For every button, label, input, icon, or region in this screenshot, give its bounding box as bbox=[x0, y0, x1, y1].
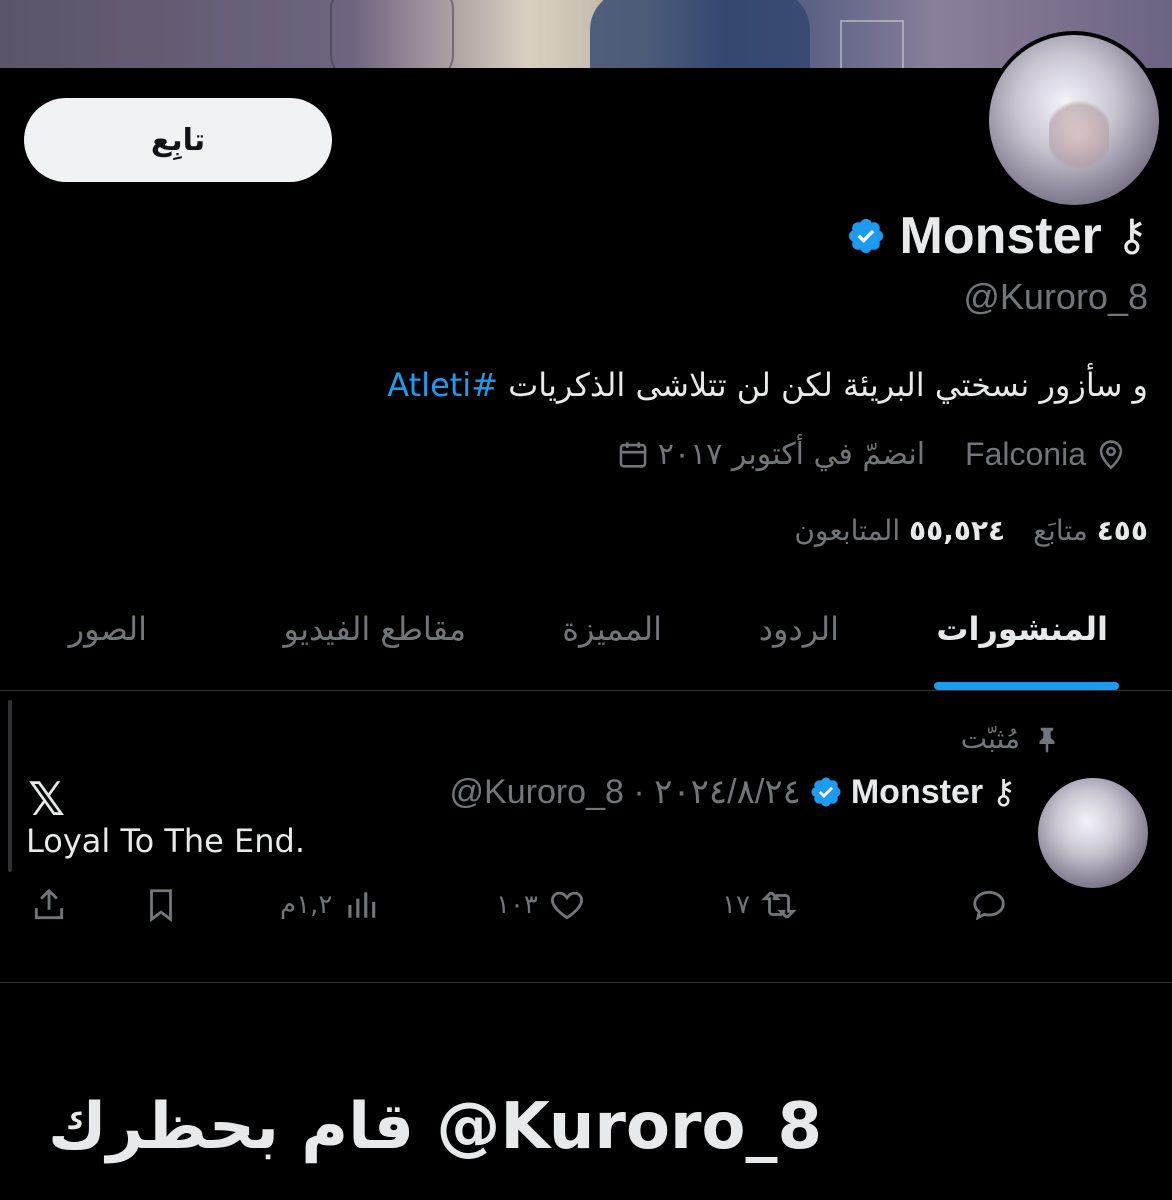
tab-replies[interactable]: الردود bbox=[759, 610, 839, 648]
profile-meta: Falconia انضمّ في أكتوبر ٢٠١٧ bbox=[616, 436, 1128, 473]
tab-posts[interactable]: المنشورات bbox=[936, 610, 1108, 648]
tweet-author-name[interactable]: Monster bbox=[851, 773, 983, 812]
views-count: ١,٢م bbox=[280, 890, 333, 920]
name-glyph: ⚷ bbox=[1115, 210, 1148, 261]
profile-bio: و سأزور نسختي البريئة لكن لن تتلاشى الذك… bbox=[387, 366, 1148, 404]
location-text: Falconia bbox=[965, 436, 1086, 472]
verified-badge-icon bbox=[848, 218, 883, 254]
like-button[interactable]: ١٠٣ bbox=[496, 886, 586, 924]
location-item: Falconia bbox=[965, 436, 1128, 473]
profile-handle: @Kuroro_8 bbox=[963, 276, 1148, 317]
tab-highlights[interactable]: المميزة bbox=[562, 610, 662, 648]
pinned-label: مُثبّت bbox=[960, 722, 1020, 755]
x-logo-icon: 𝕏 bbox=[28, 772, 66, 826]
thread-line bbox=[8, 700, 12, 872]
joined-text: انضمّ في أكتوبر ٢٠١٧ bbox=[657, 437, 926, 472]
reply-button[interactable] bbox=[970, 886, 1008, 924]
tab-videos[interactable]: مقاطع الفيديو bbox=[284, 610, 466, 648]
bookmark-button[interactable] bbox=[142, 886, 180, 924]
name-glyph: ⚷ bbox=[991, 772, 1016, 812]
divider bbox=[0, 982, 1172, 983]
pin-icon bbox=[1039, 727, 1055, 753]
joined-item: انضمّ في أكتوبر ٢٠١٧ bbox=[616, 437, 925, 472]
share-button[interactable] bbox=[30, 886, 68, 924]
bookmark-icon bbox=[150, 889, 172, 923]
views-button[interactable]: ١,٢م bbox=[280, 886, 380, 924]
tweet-handle-date[interactable]: @Kuroro_8 · ٢٠٢٤/٨/٢٤ bbox=[450, 772, 801, 812]
active-tab-indicator bbox=[934, 682, 1119, 690]
blocked-caption: قام بحظرك @Kuroro_8 bbox=[48, 1090, 822, 1164]
bio-hashtag-link[interactable]: #Atleti bbox=[387, 366, 498, 404]
profile-tabs: المنشورات الردود المميزة مقاطع الفيديو ا… bbox=[0, 590, 1172, 691]
profile-name-row: Monster ⚷ bbox=[846, 200, 1148, 272]
calendar-icon bbox=[619, 441, 647, 468]
views-icon bbox=[348, 892, 376, 918]
follow-button[interactable]: تابِع bbox=[24, 98, 332, 182]
retweet-icon bbox=[761, 891, 797, 919]
bio-text: و سأزور نسختي البريئة لكن لن تتلاشى الذك… bbox=[498, 366, 1148, 404]
reply-icon bbox=[973, 890, 1005, 921]
verified-badge-icon bbox=[811, 777, 841, 807]
retweet-count: ١٧ bbox=[722, 890, 750, 920]
tweet-text: Loyal To The End. bbox=[26, 822, 305, 860]
following-stat[interactable]: ٤٥٥ متابَع bbox=[1033, 514, 1148, 547]
location-pin-icon bbox=[1099, 439, 1123, 469]
retweet-button[interactable]: ١٧ bbox=[722, 886, 798, 924]
tweet-avatar[interactable] bbox=[1038, 778, 1148, 888]
share-icon bbox=[34, 888, 64, 920]
tweet-header: @Kuroro_8 · ٢٠٢٤/٨/٢٤ Monster ⚷ bbox=[450, 772, 1016, 812]
like-icon bbox=[550, 891, 583, 920]
followers-stat[interactable]: ٥٥,٥٢٤ المتابعون bbox=[794, 514, 1005, 547]
tab-photos[interactable]: الصور bbox=[69, 610, 147, 648]
pinned-indicator: مُثبّت bbox=[961, 722, 1062, 755]
display-name: Monster bbox=[899, 207, 1102, 265]
profile-banner[interactable] bbox=[0, 0, 1172, 68]
profile-avatar[interactable] bbox=[985, 31, 1163, 209]
like-count: ١٠٣ bbox=[496, 890, 538, 920]
follow-stats: ٤٥٥ متابَع ٥٥,٥٢٤ المتابعون bbox=[794, 514, 1148, 547]
